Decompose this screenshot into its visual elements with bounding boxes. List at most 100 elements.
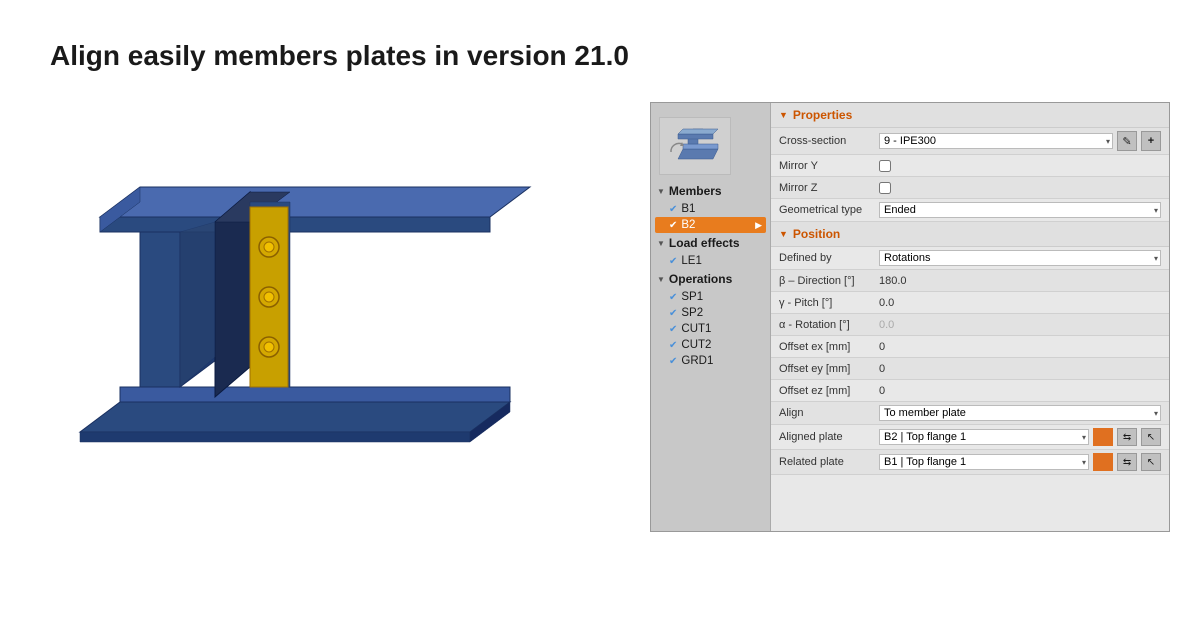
align-select-wrap: To member plate ▾ [879,405,1161,421]
offset-ez-row: Offset ez [mm] 0 [771,380,1169,402]
load-effects-section[interactable]: ▼ Load effects [651,233,770,253]
page-title: Align easily members plates in version 2… [0,0,1200,92]
tree-panel: ▼ Members ✔ B1 ✔ B2 ▼ Load effects ✔ LE1 [651,103,771,531]
mirror-z-row: Mirror Z [771,177,1169,199]
cross-section-area: 9 - IPE300 ▾ ✎ + [879,131,1161,151]
mirror-y-checkbox[interactable] [879,160,891,172]
cut1-label: CUT1 [681,323,711,335]
load-effects-arrow: ▼ [657,239,665,248]
pitch-label: γ - Pitch [°] [779,297,879,309]
related-plate-select[interactable]: B1 | Top flange 1 [879,454,1089,470]
tree-item-b2[interactable]: ✔ B2 [655,217,766,233]
grd1-label: GRD1 [681,355,713,367]
related-plate-label: Related plate [779,456,879,468]
properties-panel: ▼ Members ✔ B1 ✔ B2 ▼ Load effects ✔ LE1 [650,102,1170,532]
properties-section-header: ▼ Properties [771,103,1169,128]
right-properties-panel: ▼ Properties Cross-section 9 - IPE300 ▾ … [771,103,1169,531]
pitch-row: γ - Pitch [°] 0.0 [771,292,1169,314]
le1-label: LE1 [681,255,701,267]
aligned-plate-label: Aligned plate [779,431,879,443]
edit-section-button[interactable]: ✎ [1117,131,1137,151]
cross-section-select-wrap: 9 - IPE300 ▾ [879,133,1113,149]
cross-section-select[interactable]: 9 - IPE300 [879,133,1113,149]
cut2-label: CUT2 [681,339,711,351]
b2-check: ✔ [669,220,677,231]
defined-by-row: Defined by Rotations ▾ [771,247,1169,270]
offset-ex-row: Offset ex [mm] 0 [771,336,1169,358]
members-label: Members [669,184,722,198]
mirror-z-label: Mirror Z [779,182,879,194]
geometrical-type-label: Geometrical type [779,204,879,216]
mirror-y-row: Mirror Y [771,155,1169,177]
load-effects-label: Load effects [669,236,740,250]
direction-value: 180.0 [879,275,1161,287]
3d-model [50,102,630,522]
tree-item-b1[interactable]: ✔ B1 [651,201,770,217]
defined-by-select[interactable]: Rotations [879,250,1161,266]
aligned-plate-swap-icon[interactable]: ⇄ [1117,428,1137,446]
cross-section-label: Cross-section [779,135,879,147]
aligned-plate-select[interactable]: B2 | Top flange 1 [879,429,1089,445]
offset-ez-label: Offset ez [mm] [779,385,879,397]
sp2-check: ✔ [669,308,677,319]
related-plate-swap-icon[interactable]: ⇄ [1117,453,1137,471]
direction-label: β – Direction [°] [779,275,879,287]
offset-ey-value: 0 [879,363,1161,375]
sp1-label: SP1 [681,291,703,303]
members-section[interactable]: ▼ Members [651,181,770,201]
properties-triangle: ▼ [779,110,788,120]
offset-ey-row: Offset ey [mm] 0 [771,358,1169,380]
add-section-button[interactable]: + [1141,131,1161,151]
tree-item-cut2[interactable]: ✔ CUT2 [651,337,770,353]
aligned-plate-icon [1093,428,1113,446]
mirror-y-label: Mirror Y [779,160,879,172]
rotation-label: α - Rotation [°] [779,319,879,331]
b2-label: B2 [681,219,695,231]
direction-row: β – Direction [°] 180.0 [771,270,1169,292]
aligned-plate-row: Aligned plate B2 | Top flange 1 ▾ ⇄ ↖ [771,425,1169,450]
align-label: Align [779,407,879,419]
aligned-plate-select-wrap: B2 | Top flange 1 ▾ [879,429,1089,445]
operations-arrow: ▼ [657,275,665,284]
sp1-check: ✔ [669,292,677,303]
operations-label: Operations [669,272,732,286]
offset-ex-label: Offset ex [mm] [779,341,879,353]
geometrical-type-select[interactable]: Ended [879,202,1161,218]
related-plate-row: Related plate B1 | Top flange 1 ▾ ⇄ ↖ [771,450,1169,475]
tree-item-grd1[interactable]: ✔ GRD1 [651,353,770,369]
defined-by-select-wrap: Rotations ▾ [879,250,1161,266]
le1-check: ✔ [669,256,677,267]
aligned-plate-cursor-button[interactable]: ↖ [1141,428,1161,446]
rotation-value: 0.0 [879,319,1161,331]
geometrical-type-row: Geometrical type Ended ▾ [771,199,1169,222]
related-plate-select-wrap: B1 | Top flange 1 ▾ [879,454,1089,470]
tree-item-cut1[interactable]: ✔ CUT1 [651,321,770,337]
defined-by-label: Defined by [779,252,879,264]
sp2-label: SP2 [681,307,703,319]
cut1-check: ✔ [669,324,677,335]
offset-ex-value: 0 [879,341,1161,353]
related-plate-area: B1 | Top flange 1 ▾ ⇄ ↖ [879,453,1161,471]
cross-section-row: Cross-section 9 - IPE300 ▾ ✎ + [771,128,1169,155]
members-arrow: ▼ [657,187,665,196]
align-select[interactable]: To member plate [879,405,1161,421]
position-triangle: ▼ [779,229,788,239]
aligned-plate-area: B2 | Top flange 1 ▾ ⇄ ↖ [879,428,1161,446]
grd1-check: ✔ [669,356,677,367]
b1-check: ✔ [669,204,677,215]
related-plate-icon [1093,453,1113,471]
related-plate-cursor-button[interactable]: ↖ [1141,453,1161,471]
align-row: Align To member plate ▾ [771,402,1169,425]
position-section-header: ▼ Position [771,222,1169,247]
tree-item-le1[interactable]: ✔ LE1 [651,253,770,269]
rotation-row: α - Rotation [°] 0.0 [771,314,1169,336]
pitch-value: 0.0 [879,297,1161,309]
tree-item-sp2[interactable]: ✔ SP2 [651,305,770,321]
operations-section[interactable]: ▼ Operations [651,269,770,289]
position-section-label: Position [793,227,840,241]
offset-ez-value: 0 [879,385,1161,397]
geometrical-type-select-wrap: Ended ▾ [879,202,1161,218]
properties-section-label: Properties [793,108,852,122]
mirror-z-checkbox[interactable] [879,182,891,194]
tree-item-sp1[interactable]: ✔ SP1 [651,289,770,305]
